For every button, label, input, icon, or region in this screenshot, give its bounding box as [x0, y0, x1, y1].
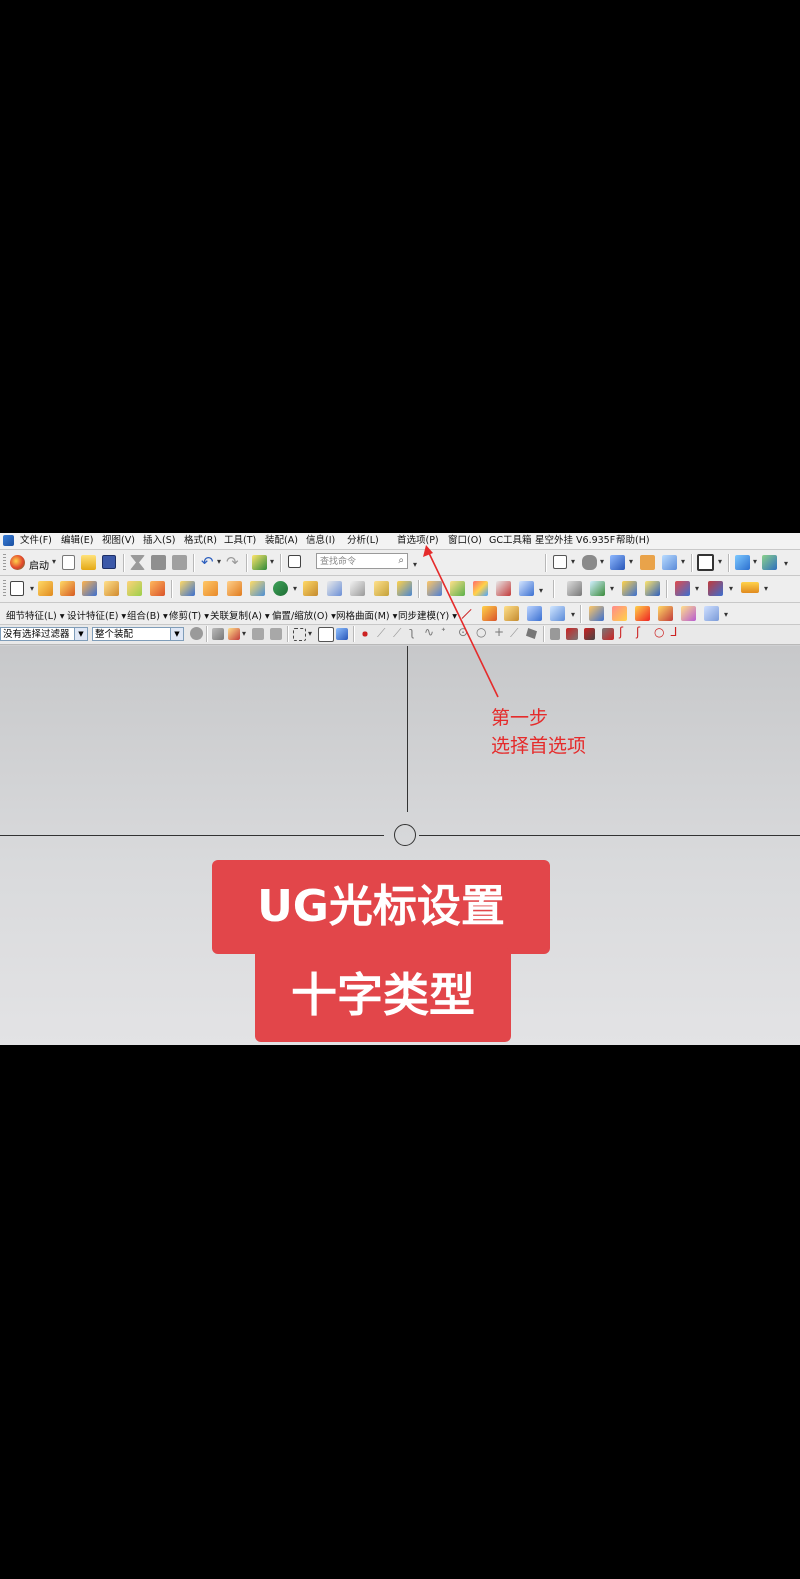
title-banner-top: UG光标设置: [212, 860, 550, 954]
title-banner-bottom: 十字类型: [255, 948, 511, 1042]
title-banner-bottom-text: 十字类型: [291, 968, 475, 1022]
title-banner-top-text: UG光标设置: [257, 881, 505, 932]
